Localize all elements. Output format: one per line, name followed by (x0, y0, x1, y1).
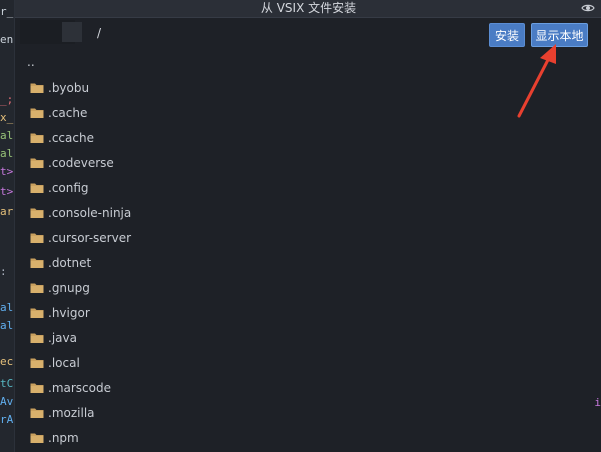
folder-item[interactable]: .byobu (28, 76, 588, 101)
folder-item[interactable]: .dotnet (28, 251, 588, 276)
dialog-title-bar: 从 VSIX 文件安装 (15, 0, 601, 18)
folder-item[interactable]: .local (28, 351, 588, 376)
code-fragment: x_ (0, 111, 14, 124)
folder-item[interactable]: .cache (28, 101, 588, 126)
folder-name: .ccache (48, 131, 94, 145)
folder-item[interactable]: .hvigor (28, 301, 588, 326)
folder-name: .gnupg (48, 281, 90, 295)
code-fragment: rA (0, 413, 14, 426)
folder-icon (30, 158, 44, 168)
folder-item[interactable]: .console-ninja (28, 201, 588, 226)
folder-name: .local (48, 356, 80, 370)
code-fragment: al (0, 301, 14, 314)
path-text: / (97, 26, 102, 40)
folder-icon (30, 333, 44, 343)
folder-name: .hvigor (48, 306, 90, 320)
dialog-toolbar: / 安装 显示本地 (15, 18, 601, 52)
folder-icon (30, 408, 44, 418)
code-fragment: en (0, 33, 14, 46)
folder-icon (30, 183, 44, 193)
folder-name: .cursor-server (48, 231, 132, 245)
folder-item[interactable]: .java (28, 326, 588, 351)
folder-icon (30, 358, 44, 368)
folder-name: .codeverse (48, 156, 114, 170)
folder-icon (30, 283, 44, 293)
folder-icon (30, 433, 44, 443)
folder-name: .cache (48, 106, 88, 120)
code-fragment: al (0, 147, 14, 160)
folder-item[interactable]: .ccache (28, 126, 588, 151)
folder-name: .config (48, 181, 89, 195)
eye-icon[interactable] (581, 2, 595, 14)
folder-icon (30, 258, 44, 268)
folder-name: .console-ninja (48, 206, 132, 220)
folder-name: .java (48, 331, 77, 345)
code-fragment: Av (0, 395, 14, 408)
code-fragment: tC (0, 377, 14, 390)
path-segment[interactable] (62, 22, 82, 42)
folder-name: .byobu (48, 81, 90, 95)
code-fragment: _; (0, 93, 14, 106)
folder-item[interactable]: .config (28, 176, 588, 201)
code-fragment-right: i (594, 396, 601, 409)
folder-icon (30, 133, 44, 143)
dialog-title: 从 VSIX 文件安装 (260, 1, 357, 15)
folder-name: .marscode (48, 381, 111, 395)
folder-name: .dotnet (48, 256, 92, 270)
folder-item[interactable]: .codeverse (28, 151, 588, 176)
folder-icon (30, 308, 44, 318)
folder-icon (30, 233, 44, 243)
vsix-install-dialog: 从 VSIX 文件安装 / 安装 显示本地 .. .byobu .cache .cc… (14, 0, 601, 452)
folder-icon (30, 208, 44, 218)
parent-directory-item[interactable]: .. (27, 55, 35, 69)
folder-item[interactable]: .npm (28, 426, 588, 451)
folder-item[interactable]: .mozilla (28, 401, 588, 426)
code-fragment: al (0, 129, 14, 142)
code-fragment: ar (0, 205, 14, 218)
code-fragment: t> (0, 165, 14, 178)
folder-icon (30, 83, 44, 93)
install-button[interactable]: 安装 (489, 23, 525, 47)
folder-item[interactable]: .marscode (28, 376, 588, 401)
code-fragment: ec (0, 355, 14, 368)
folder-item[interactable]: .cursor-server (28, 226, 588, 251)
folder-item[interactable]: .gnupg (28, 276, 588, 301)
show-local-button[interactable]: 显示本地 (531, 23, 588, 47)
code-fragment: t> (0, 185, 14, 198)
code-fragment: al (0, 319, 14, 332)
folder-icon (30, 383, 44, 393)
folder-name: .npm (48, 431, 79, 445)
code-fragment: r_ (0, 5, 14, 18)
code-fragment: : (0, 265, 7, 278)
folder-icon (30, 108, 44, 118)
folder-name: .mozilla (48, 406, 95, 420)
